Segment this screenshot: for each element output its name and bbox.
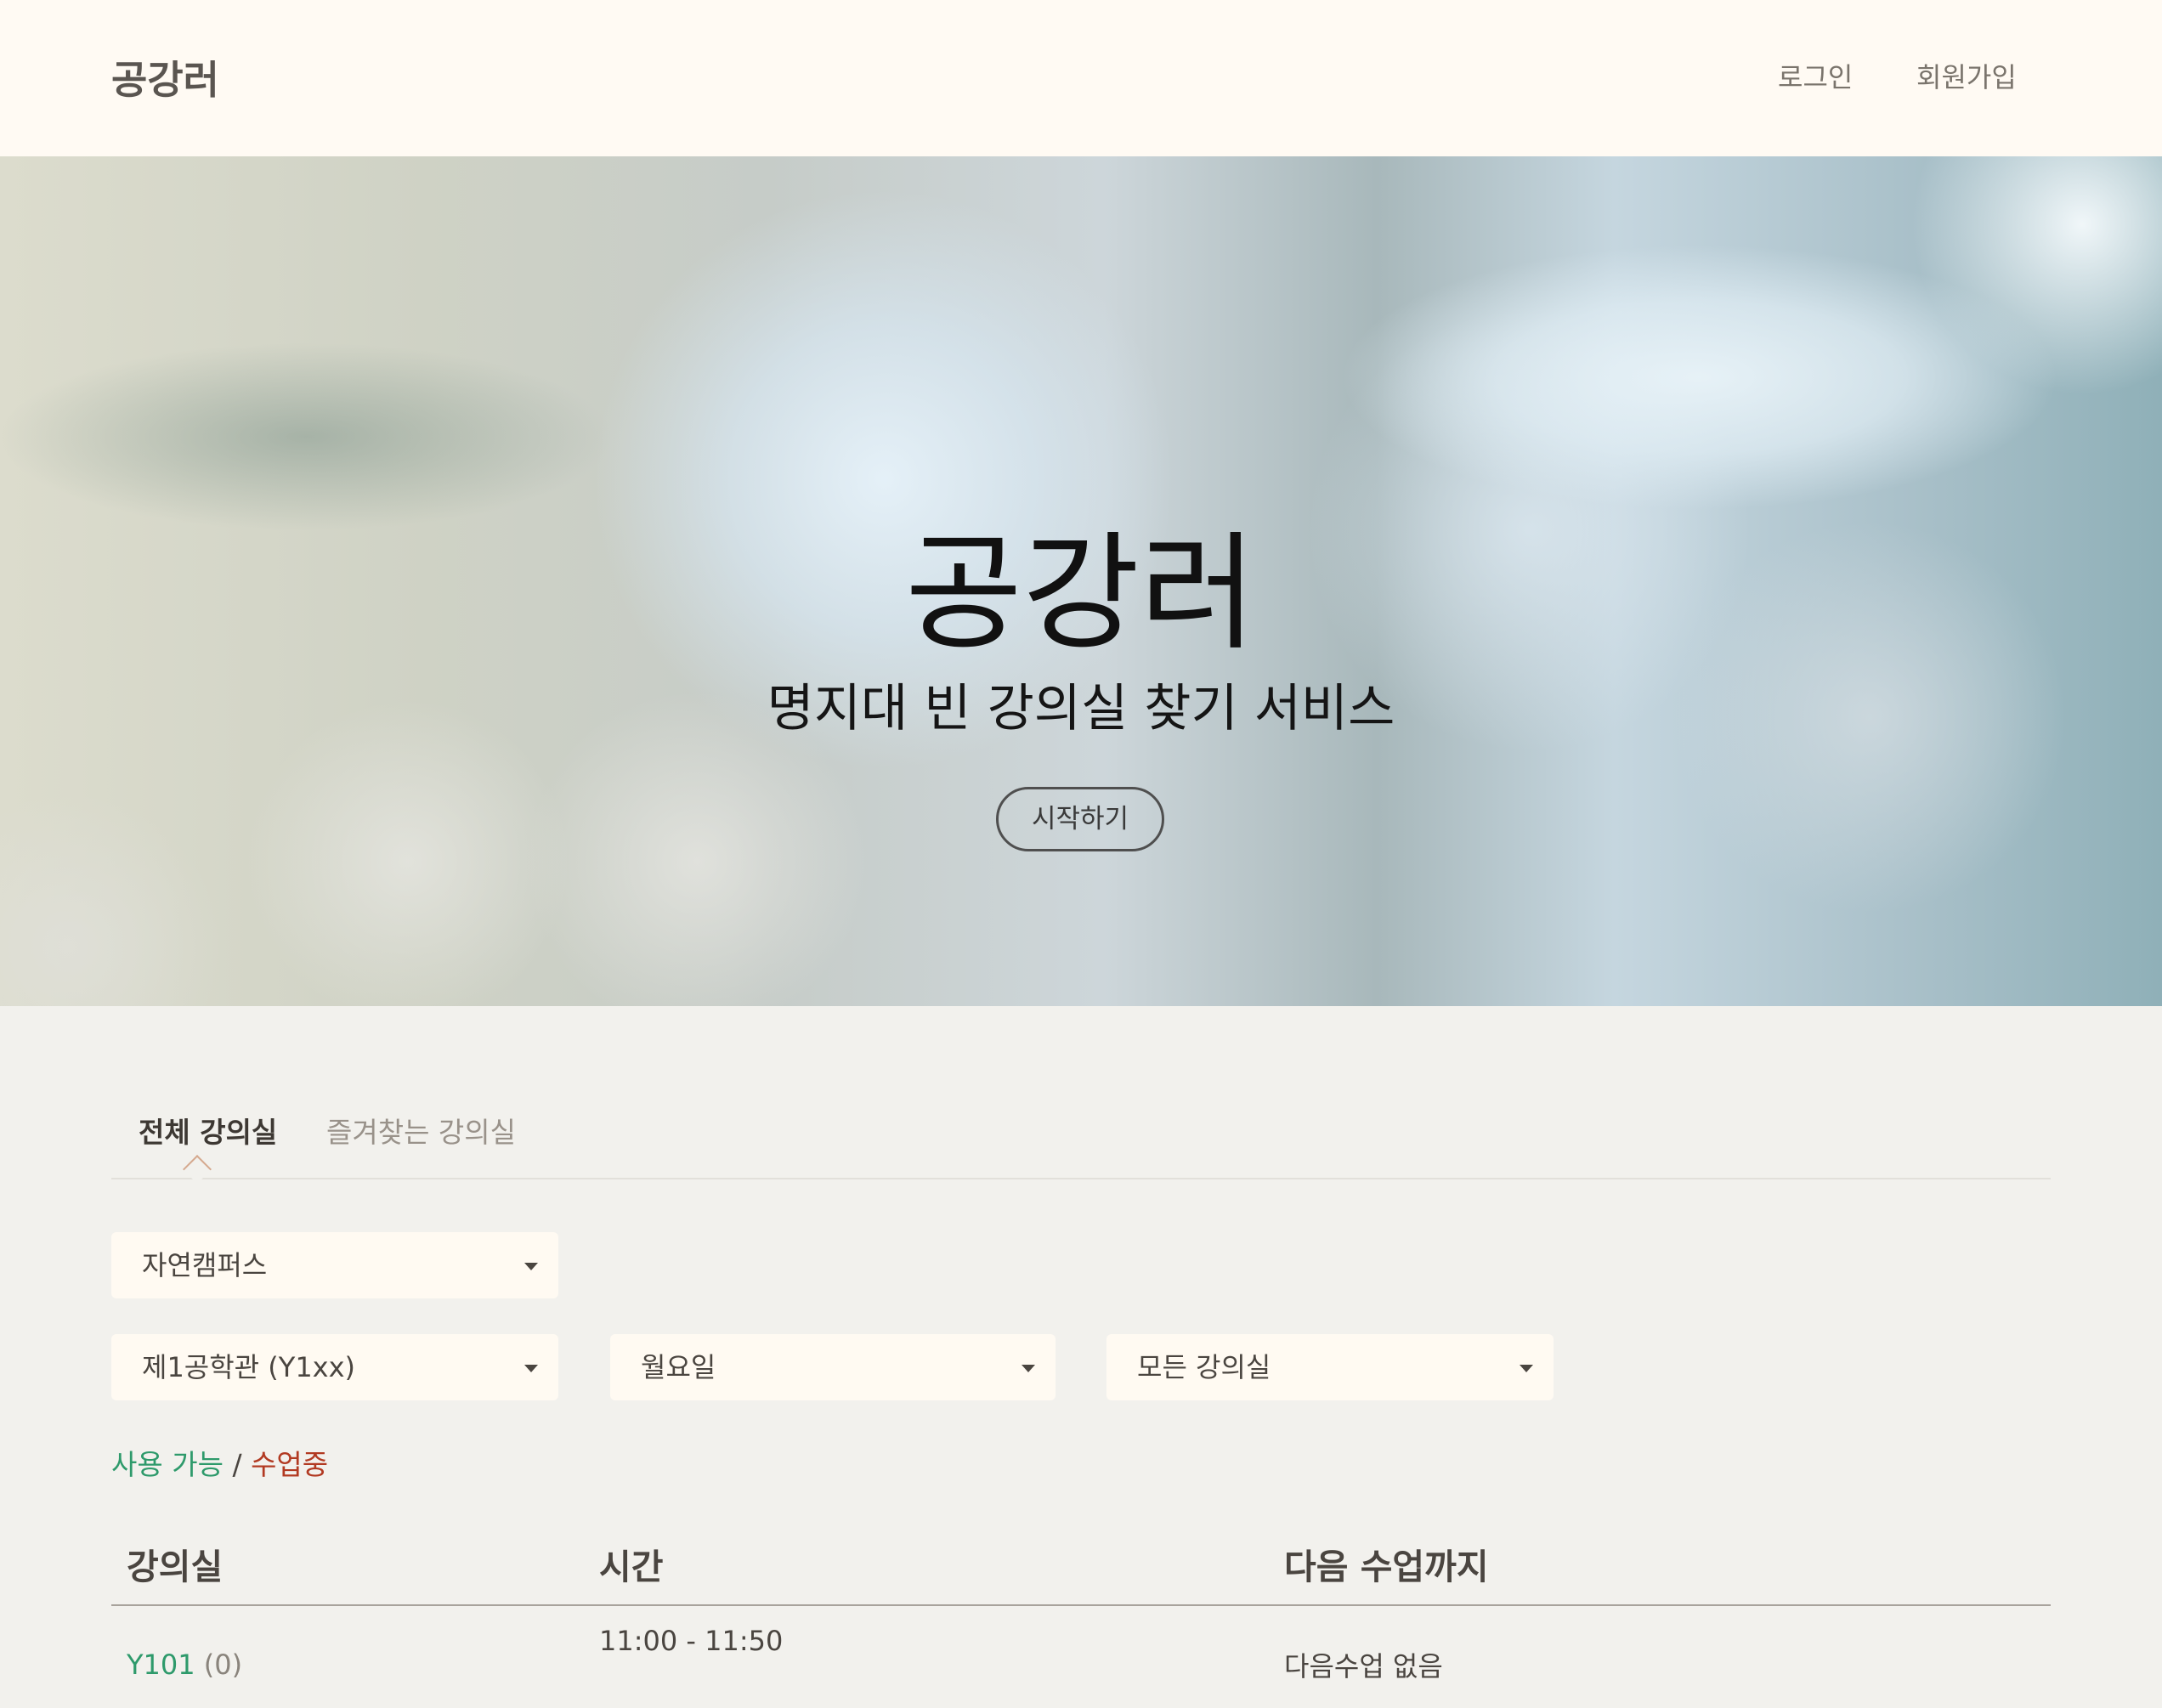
time-cell: 11:00 - 11:50: [599, 1625, 784, 1657]
room-select[interactable]: 모든 강의실: [1106, 1334, 1554, 1400]
chevron-down-icon: [524, 1263, 538, 1270]
building-select[interactable]: 제1공학관 (Y1xx): [111, 1334, 558, 1400]
room-count: (0): [203, 1649, 243, 1681]
hero-banner: 공강러 명지대 빈 강의실 찾기 서비스 시작하기: [0, 156, 2162, 1006]
legend-separator: /: [232, 1448, 242, 1481]
day-select[interactable]: 월요일: [610, 1334, 1056, 1400]
campus-select[interactable]: 자연캠퍼스: [111, 1232, 558, 1298]
room-name[interactable]: Y101: [127, 1649, 195, 1681]
chevron-down-icon: [1022, 1365, 1035, 1372]
legend-available: 사용 가능: [111, 1448, 224, 1481]
room-select-value: 모든 강의실: [1137, 1351, 1271, 1383]
campus-select-value: 자연캠퍼스: [142, 1249, 268, 1281]
status-legend: 사용 가능 / 수업중: [111, 1442, 328, 1483]
room-cell[interactable]: Y101 (0): [127, 1649, 242, 1681]
chevron-down-icon: [1520, 1365, 1533, 1372]
active-tab-caret-icon: [183, 1155, 212, 1184]
chevron-down-icon: [524, 1365, 538, 1372]
hero-title: 공강러: [904, 520, 1257, 668]
day-select-value: 월요일: [641, 1351, 716, 1383]
room-tabs: 전체 강의실 즐겨찾는 강의실: [111, 1101, 2051, 1184]
login-link[interactable]: 로그인: [1778, 56, 1853, 95]
column-header-next: 다음 수업까지: [1284, 1547, 1489, 1587]
next-class-cell: 다음수업 없음: [1284, 1650, 1443, 1683]
legend-in-class: 수업중: [251, 1448, 329, 1481]
column-header-time: 시간: [599, 1547, 664, 1587]
navbar: 공강러 로그인 회원가입: [0, 0, 2162, 156]
start-button[interactable]: 시작하기: [996, 787, 1164, 851]
table-row[interactable]: Y101 (0) 11:00 - 11:50 다음수업 없음: [111, 1606, 2051, 1708]
hero-subtitle: 명지대 빈 강의실 찾기 서비스: [767, 679, 1395, 738]
tab-all-rooms[interactable]: 전체 강의실: [139, 1110, 277, 1151]
table-header: 강의실 시간 다음 수업까지: [111, 1530, 2051, 1606]
tab-favorite-rooms[interactable]: 즐겨찾는 강의실: [326, 1110, 516, 1151]
signup-link[interactable]: 회원가입: [1916, 56, 2017, 95]
building-select-value: 제1공학관 (Y1xx): [142, 1351, 356, 1383]
column-header-room: 강의실: [127, 1547, 224, 1587]
brand-logo[interactable]: 공강러: [111, 49, 219, 105]
